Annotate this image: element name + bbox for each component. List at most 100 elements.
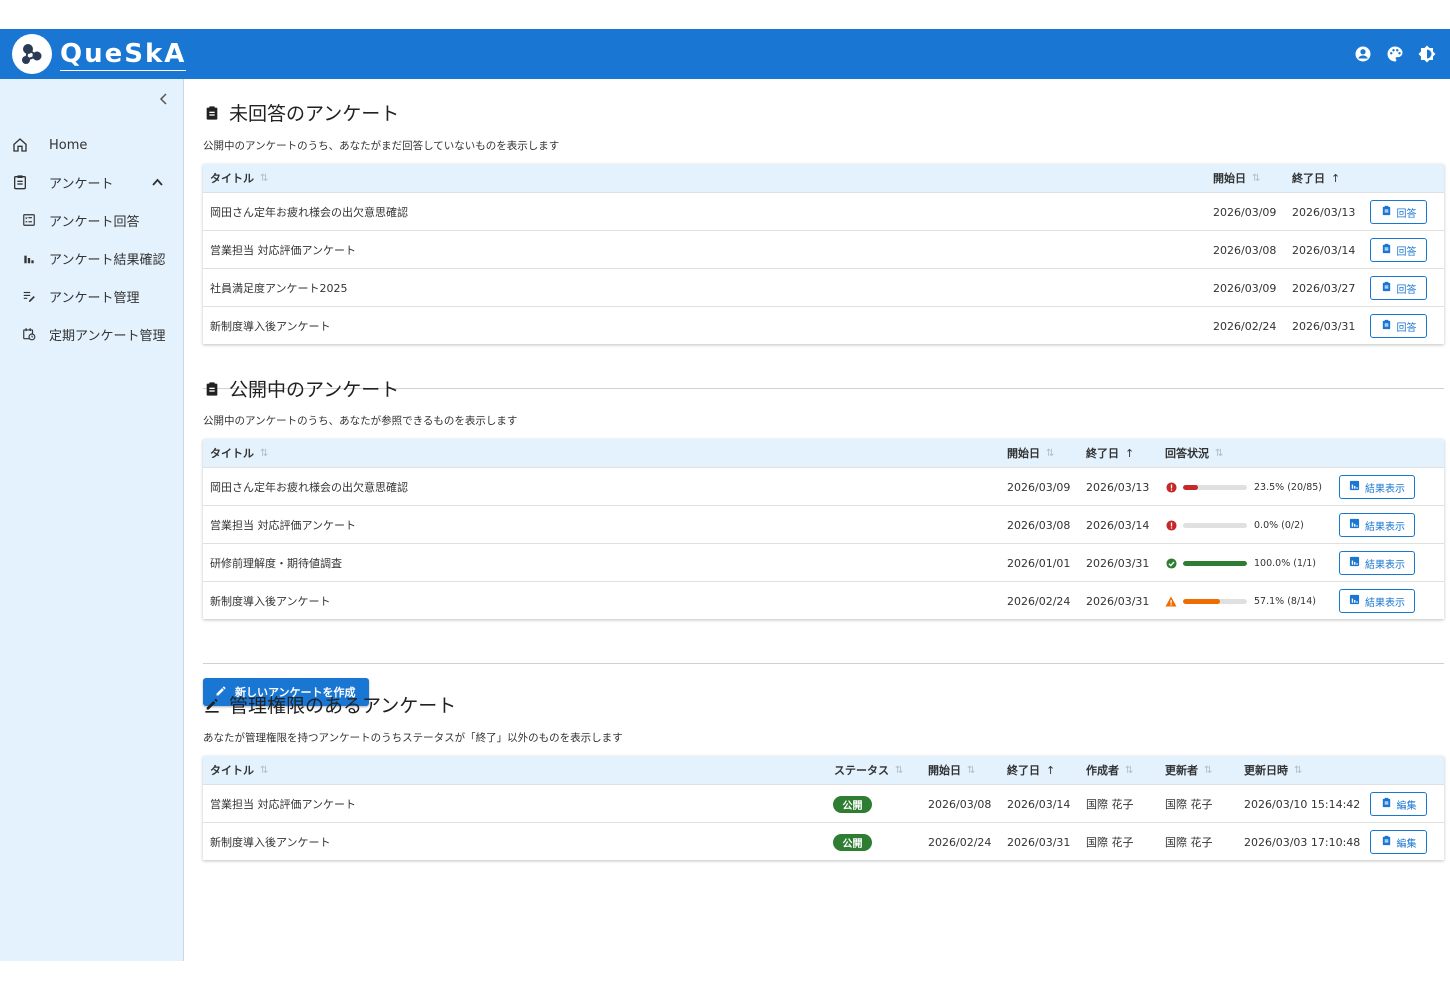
cell-start-date: 2026/03/08 (1213, 243, 1277, 257)
col-start-header[interactable]: 開始日 ⇅ (1007, 439, 1054, 467)
response-status: 100.0% (1/1) (1165, 544, 1316, 582)
palette-icon[interactable] (1384, 43, 1406, 65)
app-header: QueSkA (0, 29, 1450, 79)
logo-icon[interactable] (12, 34, 52, 74)
cell-title: 社員満足度アンケート2025 (210, 282, 348, 295)
answer-button[interactable]: 回答 (1370, 238, 1427, 262)
theme-toggle-icon[interactable] (1416, 43, 1438, 65)
answer-button[interactable]: 回答 (1370, 276, 1427, 300)
sidebar-item-label: アンケート管理 (49, 290, 140, 306)
cell-start-date: 2026/02/24 (928, 835, 992, 849)
edit-icon (203, 696, 221, 714)
cell-end-date: 2026/03/13 (1292, 205, 1356, 219)
table-row[interactable]: 新制度導入後アンケート 2026/02/24 2026/03/31 57.1% … (203, 581, 1444, 619)
divider (203, 663, 1444, 664)
unanswered-section-title: 未回答のアンケート (203, 99, 399, 126)
sidebar-item-survey-results[interactable]: アンケート結果確認 (0, 240, 183, 276)
sidebar-item-survey-manage[interactable]: アンケート管理 (0, 278, 183, 314)
sidebar-item-label: アンケート回答 (49, 214, 140, 230)
view-results-button[interactable]: 結果表示 (1339, 589, 1415, 613)
table-row[interactable]: 岡田さん定年お疲れ様会の出欠意思確認 2026/03/09 2026/03/13… (203, 192, 1444, 230)
app-root: QueSkA Home アンケート アンケート回答 アンケート結果確認 アンケー… (0, 29, 1450, 961)
cell-updater: 国際 花子 (1165, 836, 1213, 849)
sidebar-item-label: Home (49, 137, 88, 153)
table-row[interactable]: 新制度導入後アンケート 2026/02/24 2026/03/31 回答 (203, 306, 1444, 344)
table-header: タイトル ⇅ 開始日 ⇅ 終了日 ↑ 回答状況 ⇅ (203, 439, 1444, 467)
response-status: 0.0% (0/2) (1165, 506, 1304, 544)
view-results-button[interactable]: 結果表示 (1339, 475, 1415, 499)
col-status-header[interactable]: 回答状況 ⇅ (1165, 439, 1223, 467)
sidebar-item-home[interactable]: Home (0, 127, 183, 163)
bar-chart-icon (1349, 480, 1360, 494)
account-circle-icon[interactable] (1352, 43, 1374, 65)
col-end-header[interactable]: 終了日 ↑ (1292, 164, 1340, 192)
published-table: タイトル ⇅ 開始日 ⇅ 終了日 ↑ 回答状況 ⇅ 岡田さん定年お疲れ様会の出欠意思確認… (203, 439, 1444, 619)
sidebar-item-recurring-survey[interactable]: 定期アンケート管理 (0, 316, 183, 352)
progress-bar-fill (1183, 484, 1199, 490)
bar-chart-icon (1349, 594, 1360, 608)
col-end-header[interactable]: 終了日 ↑ (1007, 756, 1055, 784)
section-description: 公開中のアンケートのうち、あなたがまだ回答していないものを表示します (203, 140, 560, 152)
table-row[interactable]: 研修前理解度・期待値調査 2026/01/01 2026/03/31 100.0… (203, 543, 1444, 581)
cell-end-date: 2026/03/31 (1007, 835, 1071, 849)
chevron-left-icon[interactable] (155, 89, 173, 109)
error-icon (1165, 519, 1177, 531)
col-updater-header[interactable]: 更新者 ⇅ (1165, 756, 1212, 784)
col-end-header[interactable]: 終了日 ↑ (1086, 439, 1134, 467)
table-row[interactable]: 岡田さん定年お疲れ様会の出欠意思確認 2026/03/09 2026/03/13… (203, 467, 1444, 505)
col-start-header[interactable]: 開始日 ⇅ (928, 756, 975, 784)
cell-end-date: 2026/03/14 (1292, 243, 1356, 257)
cell-title: 新制度導入後アンケート (210, 595, 331, 608)
cell-end-date: 2026/03/31 (1292, 319, 1356, 333)
clipboard-icon (1381, 205, 1392, 219)
sidebar-item-label: 定期アンケート管理 (49, 328, 166, 344)
progress-bar (1183, 560, 1247, 566)
error-icon (1165, 481, 1177, 493)
progress-bar (1183, 598, 1247, 604)
answer-button[interactable]: 回答 (1370, 314, 1427, 338)
col-title-header[interactable]: タイトル ⇅ (210, 439, 268, 467)
edit-button[interactable]: 編集 (1370, 792, 1427, 816)
cell-title: 岡田さん定年お疲れ様会の出欠意思確認 (210, 206, 408, 219)
view-results-button[interactable]: 結果表示 (1339, 551, 1415, 575)
cell-title: 営業担当 対応評価アンケート (210, 798, 357, 811)
col-creator-header[interactable]: 作成者 ⇅ (1086, 756, 1133, 784)
form-icon (20, 211, 38, 229)
cell-updater: 国際 花子 (1165, 798, 1213, 811)
col-title-header[interactable]: タイトル ⇅ (210, 164, 268, 192)
col-title-header[interactable]: タイトル ⇅ (210, 756, 268, 784)
edit-button[interactable]: 編集 (1370, 830, 1427, 854)
clipboard-icon (1381, 281, 1392, 295)
clipboard-icon (1381, 243, 1392, 257)
sidebar-item-survey-answer[interactable]: アンケート回答 (0, 202, 183, 238)
cell-start-date: 2026/01/01 (1007, 556, 1071, 570)
table-header: タイトル ⇅ ステータス ⇅ 開始日 ⇅ 終了日 ↑ 作成者 ⇅ 更新者 ⇅ 更新日時 ⇅ (203, 756, 1444, 784)
table-row[interactable]: 新制度導入後アンケート 公開 2026/02/24 2026/03/31 国際 … (203, 822, 1444, 860)
answer-button[interactable]: 回答 (1370, 200, 1427, 224)
col-status-header[interactable]: ステータス ⇅ (834, 756, 903, 784)
col-updated-header[interactable]: 更新日時 ⇅ (1244, 756, 1302, 784)
bar-chart-icon (1349, 556, 1360, 570)
cell-start-date: 2026/03/08 (928, 797, 992, 811)
table-row[interactable]: 営業担当 対応評価アンケート 公開 2026/03/08 2026/03/14 … (203, 784, 1444, 822)
sidebar: Home アンケート アンケート回答 アンケート結果確認 アンケート管理 定期ア… (0, 79, 184, 961)
cell-title: 新制度導入後アンケート (210, 320, 331, 333)
home-icon (11, 136, 29, 154)
table-row[interactable]: 営業担当 対応評価アンケート 2026/03/08 2026/03/14 0.0… (203, 505, 1444, 543)
progress-text: 23.5% (20/85) (1254, 481, 1322, 493)
clipboard-icon (11, 173, 29, 191)
sidebar-item-survey[interactable]: アンケート (0, 164, 183, 200)
col-start-header[interactable]: 開始日 ⇅ (1213, 164, 1260, 192)
cell-start-date: 2026/02/24 (1007, 594, 1071, 608)
cell-end-date: 2026/03/14 (1007, 797, 1071, 811)
clipboard-icon (203, 104, 221, 122)
table-row[interactable]: 社員満足度アンケート2025 2026/03/09 2026/03/27 回答 (203, 268, 1444, 306)
view-results-button[interactable]: 結果表示 (1339, 513, 1415, 537)
chevron-up-icon[interactable] (152, 175, 163, 190)
cell-end-date: 2026/03/14 (1086, 518, 1150, 532)
cell-updated-at: 2026/03/03 17:10:48 (1244, 835, 1361, 849)
section-heading: 未回答のアンケート (229, 103, 400, 125)
clipboard-icon (1381, 319, 1392, 333)
app-title[interactable]: QueSkA (60, 38, 187, 71)
table-row[interactable]: 営業担当 対応評価アンケート 2026/03/08 2026/03/14 回答 (203, 230, 1444, 268)
